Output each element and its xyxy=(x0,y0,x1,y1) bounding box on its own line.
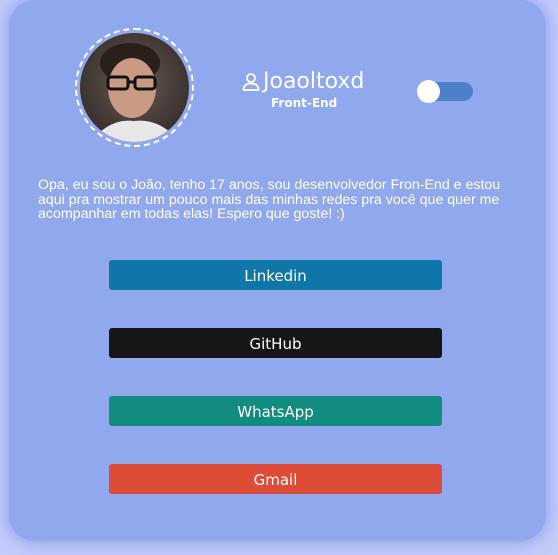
user-icon xyxy=(242,73,260,91)
github-button[interactable]: GitHub xyxy=(109,328,442,358)
profile-card: Joaoltoxd Front-End Opa, eu sou o João, … xyxy=(9,0,546,541)
profile-photo-icon xyxy=(80,33,189,142)
gmail-button[interactable]: Gmail xyxy=(109,464,442,494)
bio-text: Opa, eu sou o João, tenho 17 anos, sou d… xyxy=(38,177,501,222)
avatar-frame xyxy=(75,28,194,147)
linkedin-button[interactable]: Linkedin xyxy=(109,260,442,290)
role-label: Front-End xyxy=(271,96,338,110)
username: Joaoltoxd xyxy=(263,69,365,94)
toggle-knob xyxy=(417,80,440,103)
avatar xyxy=(80,33,189,142)
username-row: Joaoltoxd xyxy=(241,68,364,96)
whatsapp-button[interactable]: WhatsApp xyxy=(109,396,442,426)
theme-toggle[interactable] xyxy=(417,80,473,103)
